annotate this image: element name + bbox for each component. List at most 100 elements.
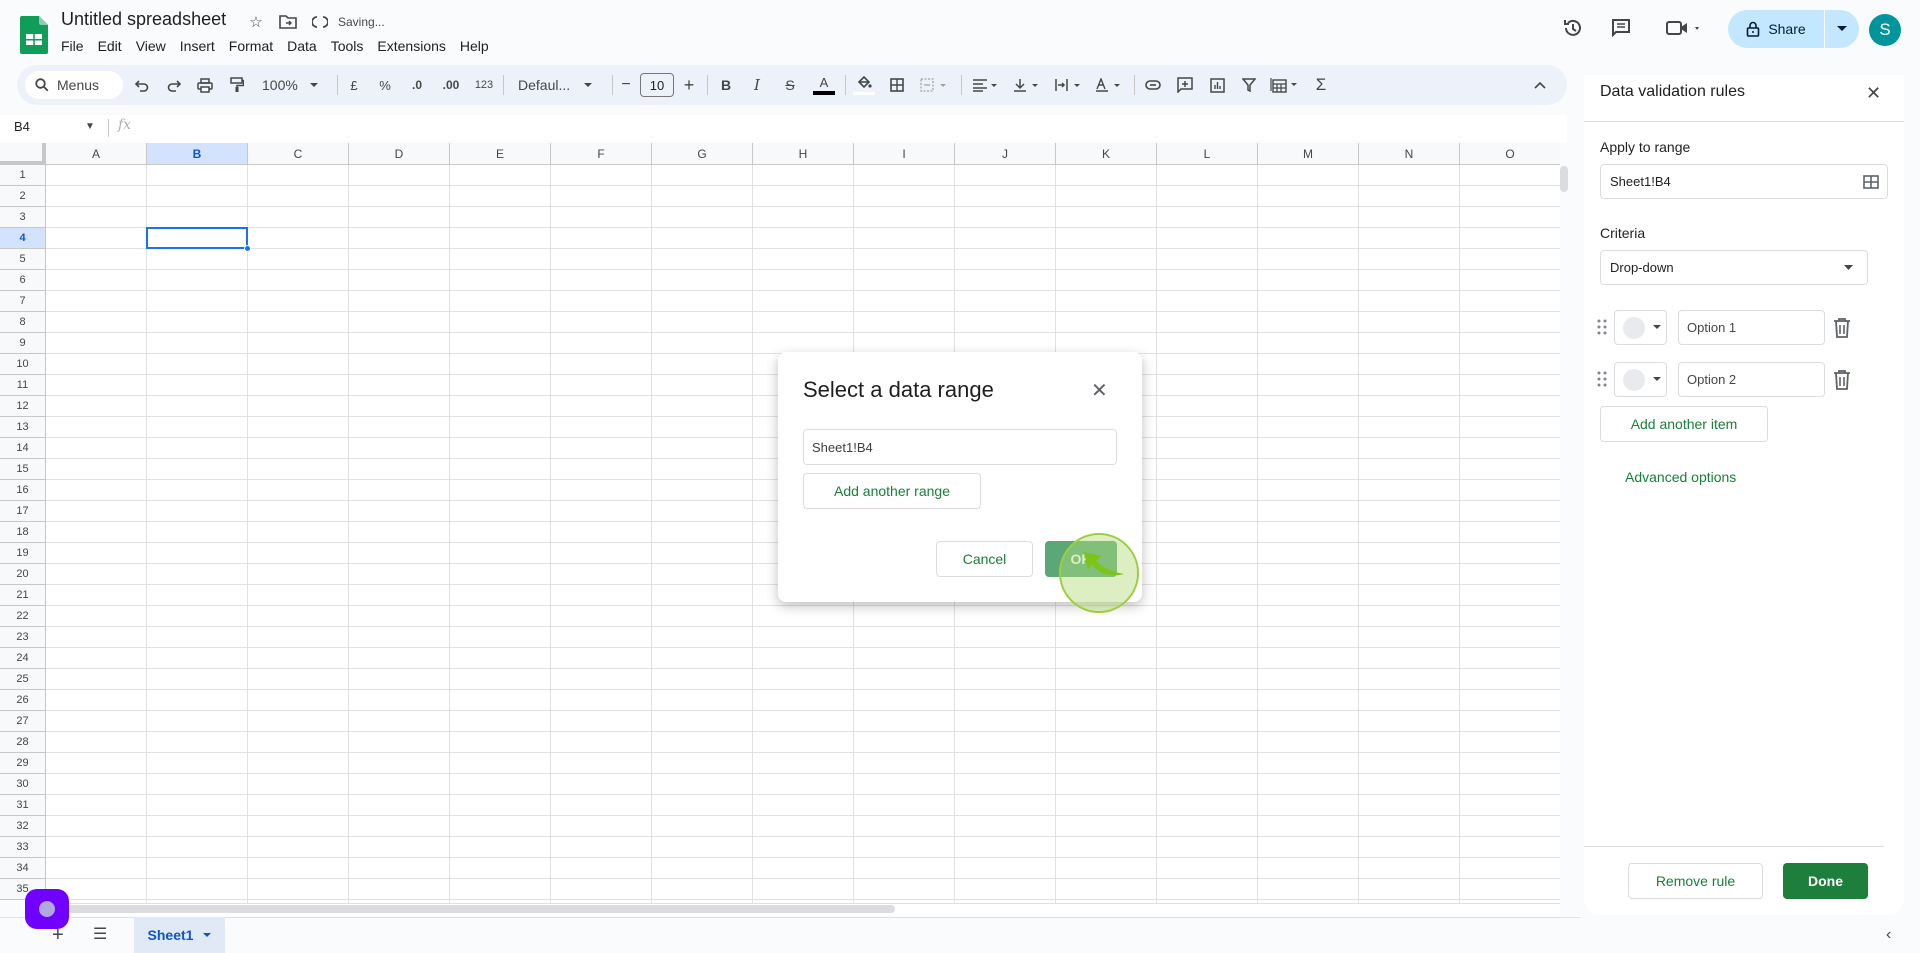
delete-icon[interactable] xyxy=(1833,370,1851,390)
row-header[interactable]: 12 xyxy=(0,396,46,417)
row-header[interactable]: 14 xyxy=(0,438,46,459)
decrease-font-size-button[interactable]: − xyxy=(618,72,634,98)
close-icon[interactable]: ✕ xyxy=(1866,83,1881,104)
criteria-select[interactable]: Drop-down xyxy=(1600,250,1868,285)
meet-icon[interactable] xyxy=(1663,15,1707,41)
undo-icon[interactable] xyxy=(132,72,152,98)
increase-font-size-button[interactable]: + xyxy=(681,72,697,98)
row-header[interactable]: 28 xyxy=(0,732,46,753)
zoom-select[interactable]: 100% xyxy=(262,72,322,98)
menu-format[interactable]: Format xyxy=(222,36,280,56)
column-header[interactable]: E xyxy=(450,143,551,165)
drag-handle-icon[interactable] xyxy=(1597,319,1607,335)
option-color-picker[interactable] xyxy=(1614,310,1667,345)
hide-menus-icon[interactable] xyxy=(1530,72,1550,98)
text-wrapping-icon[interactable] xyxy=(1053,72,1085,98)
chevron-left-icon[interactable]: ‹ xyxy=(1886,926,1891,944)
row-header[interactable]: 29 xyxy=(0,753,46,774)
text-rotation-icon[interactable] xyxy=(1093,72,1125,98)
share-dropdown-button[interactable] xyxy=(1825,10,1859,48)
option-input[interactable]: Option 2 xyxy=(1678,362,1825,397)
column-header[interactable]: L xyxy=(1157,143,1258,165)
row-header[interactable]: 20 xyxy=(0,564,46,585)
column-header[interactable]: M xyxy=(1258,143,1359,165)
option-color-picker[interactable] xyxy=(1614,362,1667,397)
filter-views-icon[interactable] xyxy=(1268,72,1302,98)
column-header[interactable]: J xyxy=(955,143,1056,165)
name-box-dropdown-icon[interactable]: ▼ xyxy=(85,121,95,132)
row-header[interactable]: 7 xyxy=(0,291,46,312)
row-header[interactable]: 27 xyxy=(0,711,46,732)
italic-button[interactable]: I xyxy=(747,72,767,98)
delete-icon[interactable] xyxy=(1833,318,1851,338)
vertical-align-icon[interactable] xyxy=(1011,72,1043,98)
font-size-input[interactable]: 10 xyxy=(640,73,674,97)
row-header[interactable]: 18 xyxy=(0,522,46,543)
version-history-icon[interactable] xyxy=(1560,15,1586,41)
row-header[interactable]: 13 xyxy=(0,417,46,438)
formula-input[interactable] xyxy=(145,116,1545,140)
font-select[interactable]: Defaul... xyxy=(518,72,598,98)
row-header[interactable]: 25 xyxy=(0,669,46,690)
insert-chart-icon[interactable] xyxy=(1206,72,1228,98)
row-header[interactable]: 34 xyxy=(0,858,46,879)
row-header[interactable]: 26 xyxy=(0,690,46,711)
horizontal-align-icon[interactable] xyxy=(970,72,1002,98)
decrease-decimal-button[interactable]: .0 xyxy=(405,72,429,98)
menu-file[interactable]: File xyxy=(54,36,91,56)
merge-cells-icon[interactable] xyxy=(918,72,950,98)
paint-format-icon[interactable] xyxy=(227,72,247,98)
column-header[interactable]: G xyxy=(652,143,753,165)
row-header[interactable]: 5 xyxy=(0,249,46,270)
menu-tools[interactable]: Tools xyxy=(324,36,371,56)
row-header[interactable]: 15 xyxy=(0,459,46,480)
column-header[interactable]: D xyxy=(349,143,450,165)
column-header[interactable]: F xyxy=(551,143,652,165)
bold-button[interactable]: B xyxy=(716,72,736,98)
select-range-icon[interactable] xyxy=(1863,174,1879,189)
menu-edit[interactable]: Edit xyxy=(91,36,129,56)
star-icon[interactable]: ☆ xyxy=(246,12,266,32)
done-button[interactable]: Done xyxy=(1783,863,1868,899)
search-menus-input[interactable]: Menus xyxy=(25,71,123,99)
name-box[interactable]: B4 xyxy=(14,119,30,134)
row-header[interactable]: 8 xyxy=(0,312,46,333)
close-icon[interactable]: ✕ xyxy=(1091,378,1108,403)
menu-insert[interactable]: Insert xyxy=(173,36,222,56)
row-header[interactable]: 22 xyxy=(0,606,46,627)
row-header[interactable]: 24 xyxy=(0,648,46,669)
row-header[interactable]: 9 xyxy=(0,333,46,354)
column-header[interactable]: C xyxy=(248,143,349,165)
document-title[interactable]: Untitled spreadsheet xyxy=(61,9,226,30)
column-header[interactable]: H xyxy=(753,143,854,165)
share-button[interactable]: Share xyxy=(1728,10,1824,48)
row-header[interactable]: 17 xyxy=(0,501,46,522)
row-header[interactable]: 23 xyxy=(0,627,46,648)
all-sheets-icon[interactable]: ☰ xyxy=(93,924,107,944)
increase-decimal-button[interactable]: .00 xyxy=(437,72,465,98)
fill-handle[interactable] xyxy=(244,245,251,252)
range-input[interactable]: Sheet1!B4 xyxy=(803,429,1117,465)
option-input[interactable]: Option 1 xyxy=(1678,310,1825,345)
row-header[interactable]: 6 xyxy=(0,270,46,291)
insert-comment-icon[interactable] xyxy=(1174,72,1196,98)
column-header[interactable]: K xyxy=(1056,143,1157,165)
menu-data[interactable]: Data xyxy=(280,36,324,56)
strikethrough-button[interactable]: S xyxy=(780,72,800,98)
selected-cell[interactable] xyxy=(146,227,248,249)
column-header[interactable]: A xyxy=(46,143,147,165)
move-folder-icon[interactable] xyxy=(278,12,298,32)
cancel-button[interactable]: Cancel xyxy=(936,541,1033,577)
format-percent-button[interactable]: % xyxy=(377,72,393,98)
text-color-button[interactable]: A xyxy=(812,72,836,98)
remove-rule-button[interactable]: Remove rule xyxy=(1628,863,1763,899)
select-all-corner[interactable] xyxy=(0,143,46,165)
row-header[interactable]: 21 xyxy=(0,585,46,606)
row-header[interactable]: 1 xyxy=(0,165,46,186)
row-header[interactable]: 33 xyxy=(0,837,46,858)
apply-range-input[interactable]: Sheet1!B4 xyxy=(1600,164,1888,199)
row-header[interactable]: 32 xyxy=(0,816,46,837)
vertical-scrollbar[interactable] xyxy=(1560,166,1568,192)
row-header[interactable]: 2 xyxy=(0,186,46,207)
redo-icon[interactable] xyxy=(164,72,184,98)
